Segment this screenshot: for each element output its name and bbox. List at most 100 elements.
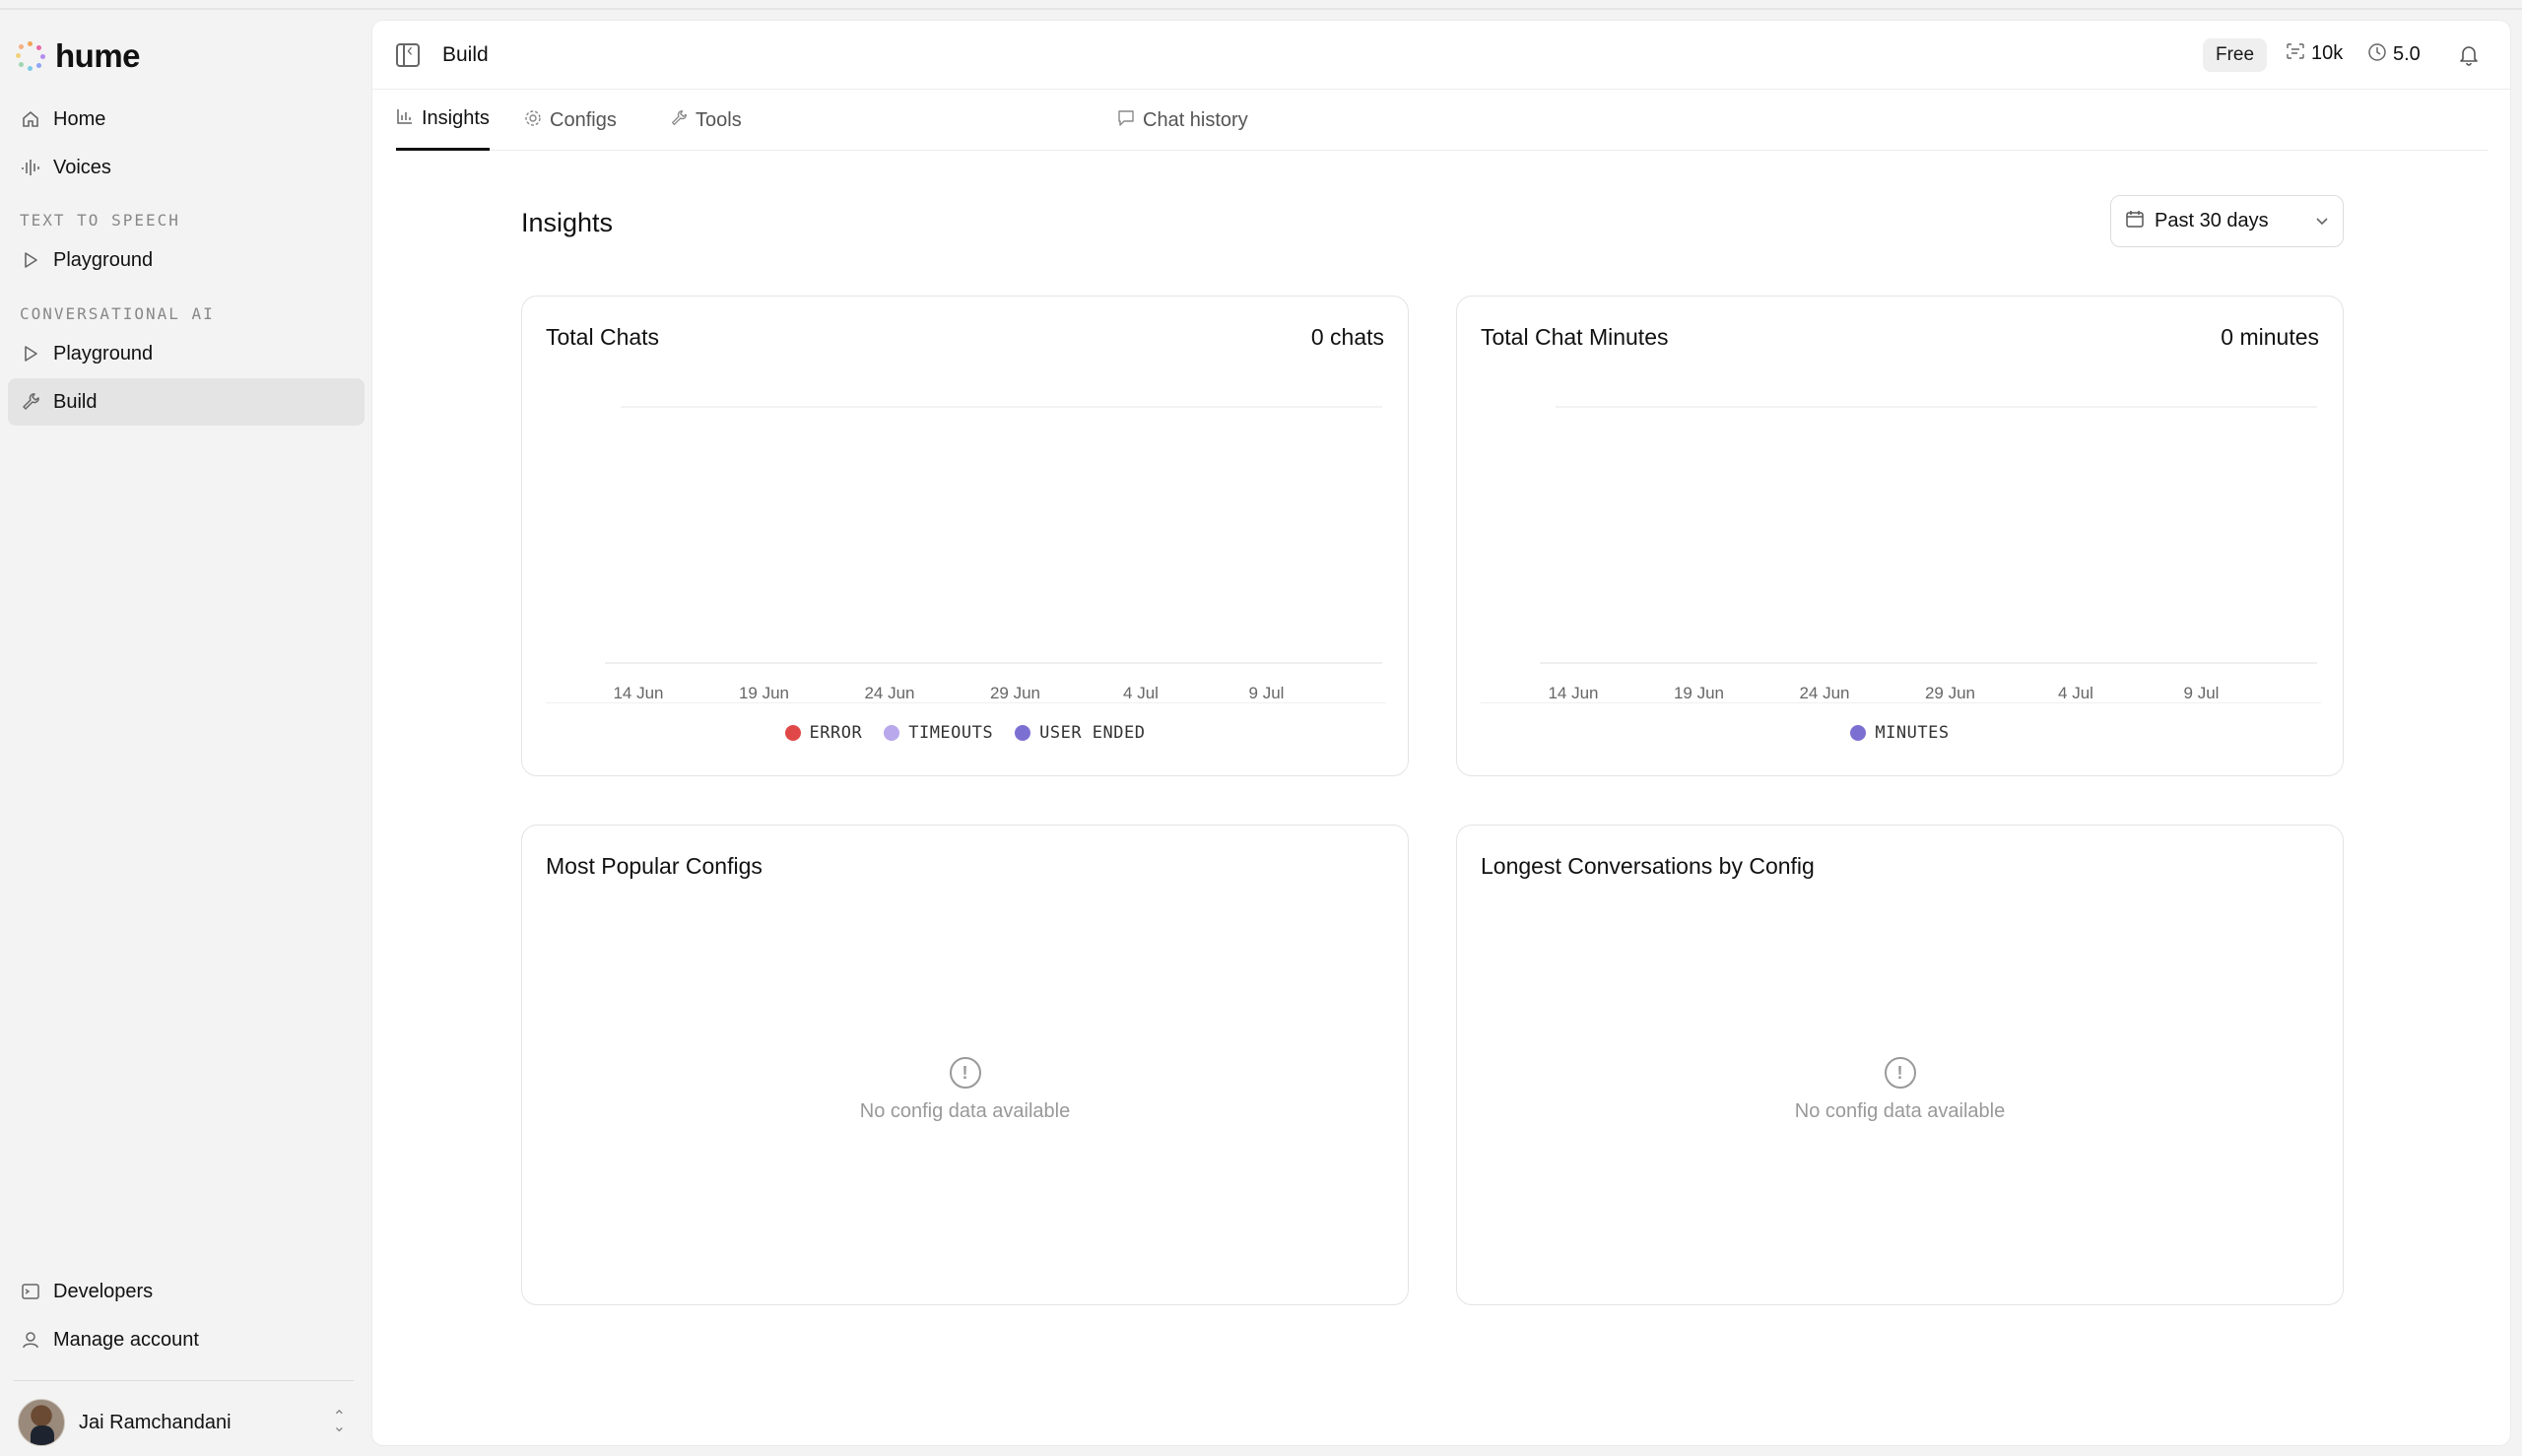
chart-legend: MINUTES [1457,723,2343,743]
empty-state: ! No config data available [1457,1057,2343,1123]
x-tick-label: 14 Jun [613,684,663,702]
sidebar-toggle-icon[interactable] [396,40,420,67]
tab-tools[interactable]: Tools [670,90,742,151]
sidebar-item-developers[interactable]: Developers [8,1268,365,1315]
total-chats-chart: 14 Jun 19 Jun 24 Jun 29 Jun 4 Jul 9 Jul [605,406,1382,702]
chat-icon [1117,109,1135,132]
empty-state: ! No config data available [522,1057,1408,1123]
text-lines-icon [2286,42,2305,65]
sidebar-item-voices[interactable]: Voices [8,144,365,191]
terminal-icon [20,1281,41,1302]
bell-icon[interactable] [2457,42,2481,66]
main-panel: Build Free 10k 5.0 Insights [371,20,2511,1446]
sidebar-item-manage-account[interactable]: Manage account [8,1316,365,1363]
characters-value: 10k [2311,42,2344,64]
chevron-down-icon [2315,214,2329,230]
x-tick-label: 9 Jul [2184,684,2220,702]
plan-badge[interactable]: Free [2203,38,2268,72]
legend-label: TIMEOUTS [908,723,994,743]
hume-logo-icon [16,41,45,71]
x-tick-label: 19 Jun [739,684,789,702]
page-title: Insights [521,208,614,237]
user-icon [20,1329,41,1351]
legend-dot [884,725,900,741]
tab-label: Insights [422,107,490,129]
legend-item-minutes: MINUTES [1850,723,1949,743]
x-tick-label: 24 Jun [864,684,914,702]
home-icon [20,108,41,130]
legend-item-error: ERROR [784,723,863,743]
legend-item-user-ended: USER ENDED [1015,723,1145,743]
most-popular-configs-card: Most Popular Configs ! No config data av… [521,825,1409,1305]
x-tick-label: 24 Jun [1799,684,1849,702]
legend-dot [1015,725,1031,741]
sidebar-item-build[interactable]: Build [8,378,365,426]
empty-message: No config data available [1794,1100,2006,1122]
chevron-up-down-icon: ⌃ ⌄ [332,1409,346,1435]
characters-stat[interactable]: 10k [2286,42,2343,65]
alert-circle-icon: ! [1884,1057,1916,1089]
section-label-conversational-ai: CONVERSATIONAL AI [20,304,215,323]
user-name: Jai Ramchandani [79,1411,232,1433]
sidebar-divider [14,1380,354,1381]
alert-circle-icon: ! [949,1057,981,1089]
tab-label: Configs [550,108,617,131]
x-tick-label: 4 Jul [2058,684,2093,702]
sidebar-item-label: Playground [53,248,154,271]
tab-insights[interactable]: Insights [396,90,490,151]
tab-configs[interactable]: Configs [524,90,617,151]
sidebar-item-label: Playground [53,342,154,364]
date-range-select[interactable]: Past 30 days [2110,195,2344,247]
avatar [18,1399,65,1446]
x-tick-label: 29 Jun [990,684,1040,702]
x-tick-label: 14 Jun [1548,684,1598,702]
user-menu[interactable]: Jai Ramchandani ⌃ ⌄ [18,1399,358,1446]
legend-label: ERROR [809,723,863,743]
card-title: Longest Conversations by Config [1481,853,1815,879]
header-title: Build [442,43,489,66]
section-label-tts: TEXT TO SPEECH [20,211,180,230]
total-chat-minutes-chart: 14 Jun 19 Jun 24 Jun 29 Jun 4 Jul 9 Jul [1540,406,2317,702]
clock-icon [2367,42,2387,67]
legend-dot [784,725,801,741]
sidebar-item-evi-playground[interactable]: Playground [8,330,365,377]
sidebar-item-label: Developers [53,1280,154,1302]
play-icon [20,343,41,364]
longest-conversations-card: Longest Conversations by Config ! No con… [1456,825,2344,1305]
tab-label: Tools [696,108,742,131]
sidebar: hume Home Voices TEXT TO SPEECH Playgrou… [0,10,371,1456]
x-tick-label: 4 Jul [1123,684,1159,702]
legend-dot [1850,725,1867,741]
tab-bar: Insights Configs Tools Chat history [396,90,2489,151]
wrench-icon [20,391,41,413]
top-border [0,8,2522,10]
date-range-value: Past 30 days [2155,210,2269,232]
empty-message: No config data available [859,1100,1071,1122]
sidebar-item-label: Voices [53,156,111,178]
tab-chat-history[interactable]: Chat history [1117,90,1248,151]
tab-label: Chat history [1143,108,1248,131]
minutes-value: 5.0 [2393,43,2421,65]
card-divider [546,702,1386,703]
gear-icon [524,109,542,132]
logo[interactable]: hume [16,37,141,75]
card-title: Most Popular Configs [546,853,763,879]
card-divider [1481,702,2321,703]
sidebar-item-label: Home [53,107,106,130]
app-name: hume [55,37,141,74]
chart-legend: ERROR TIMEOUTS USER ENDED [522,723,1408,743]
sidebar-item-tts-playground[interactable]: Playground [8,236,365,284]
x-tick-label: 19 Jun [1674,684,1724,702]
x-tick-label: 9 Jul [1249,684,1285,702]
legend-label: USER ENDED [1039,723,1146,743]
legend-label: MINUTES [1875,723,1950,743]
minutes-stat[interactable]: 5.0 [2367,42,2421,67]
sidebar-item-label: Build [53,390,98,413]
bar-chart-icon [396,107,414,130]
x-tick-label: 29 Jun [1925,684,1975,702]
header: Build Free 10k 5.0 [372,21,2510,90]
sidebar-item-home[interactable]: Home [8,96,365,143]
play-icon [20,249,41,271]
legend-item-timeouts: TIMEOUTS [884,723,993,743]
sidebar-item-label: Manage account [53,1328,199,1351]
